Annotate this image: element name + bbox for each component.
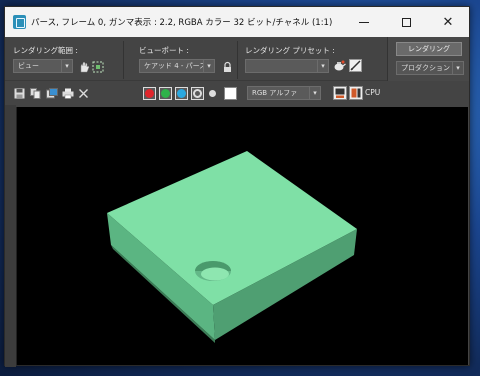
preset-arrow[interactable]: ▾ — [317, 59, 329, 73]
production-value: プロダクション — [401, 64, 450, 72]
channel-display-dropdown[interactable]: RGB アルファ — [247, 86, 313, 100]
maximize-button[interactable] — [385, 7, 427, 37]
window-title: パース, フレーム 0, ガンマ表示 : 2.2, RGBA カラー 32 ビッ… — [31, 18, 333, 28]
region-select-icon[interactable] — [91, 60, 104, 73]
frame-buffer-toolbar: RGB アルファ ▾ CPU — [5, 81, 469, 105]
divider — [237, 41, 238, 79]
green-channel-toggle[interactable] — [159, 87, 172, 100]
lock-icon[interactable] — [221, 60, 234, 73]
viewport-dropdown[interactable]: ケアッド 4 - パース — [139, 59, 207, 73]
mono-toggle[interactable] — [206, 87, 219, 100]
print-icon[interactable] — [61, 87, 74, 100]
clear-x-icon[interactable] — [77, 87, 90, 100]
pan-hand-icon[interactable] — [77, 60, 90, 73]
maximize-icon — [401, 17, 411, 27]
render-area-label: レンダリング範囲 : — [13, 46, 78, 55]
save-icon[interactable] — [13, 87, 26, 100]
render-area-arrow[interactable]: ▾ — [61, 59, 73, 73]
red-channel-icon — [145, 89, 154, 98]
divider — [123, 41, 124, 79]
alpha-channel-toggle[interactable] — [191, 87, 204, 100]
viewport-value: ケアッド 4 - パース — [144, 62, 207, 70]
production-arrow[interactable]: ▾ — [452, 61, 464, 75]
frame-left-edge — [5, 105, 16, 367]
cpu-label: CPU — [365, 88, 381, 97]
minimize-button[interactable] — [343, 7, 385, 37]
blue-channel-toggle[interactable] — [175, 87, 188, 100]
close-button[interactable]: ✕ — [427, 7, 469, 37]
render-frame-viewport[interactable] — [16, 107, 468, 365]
close-icon: ✕ — [442, 14, 454, 30]
box-top-face — [107, 151, 357, 305]
preset-label: レンダリング プリセット : — [245, 46, 335, 55]
minimize-icon — [359, 21, 369, 23]
render-action-panel: レンダリング プロダクション ▾ — [387, 37, 469, 81]
environment-edit-icon[interactable] — [349, 59, 362, 72]
green-channel-icon — [161, 89, 170, 98]
alpha-channel-icon — [193, 89, 202, 98]
channel-display-arrow[interactable]: ▾ — [309, 86, 321, 100]
viewport-arrow[interactable]: ▾ — [203, 59, 215, 73]
render-area-value: ビュー — [18, 62, 39, 70]
rendered-frame-window: パース, フレーム 0, ガンマ表示 : 2.2, RGBA カラー 32 ビッ… — [4, 6, 470, 367]
toggle-ui-overlay-icon[interactable] — [333, 86, 347, 100]
rendered-box-scene — [107, 151, 357, 343]
channel-display-value: RGB アルファ — [252, 89, 298, 97]
swatch-color-box[interactable] — [224, 87, 237, 100]
red-channel-toggle[interactable] — [143, 87, 156, 100]
render-button[interactable]: レンダリング — [396, 42, 462, 56]
render-setup-teapot-icon[interactable] — [333, 59, 346, 72]
box-hole-floor — [201, 267, 229, 281]
toggle-ui-icon[interactable] — [349, 86, 363, 100]
copy-image-icon[interactable] — [29, 87, 42, 100]
preset-dropdown[interactable] — [245, 59, 321, 73]
clone-frame-icon[interactable] — [45, 87, 58, 100]
viewport-label: ビューポート : — [139, 46, 189, 55]
production-dropdown[interactable]: プロダクション — [396, 61, 456, 75]
title-bar[interactable]: パース, フレーム 0, ガンマ表示 : 2.2, RGBA カラー 32 ビッ… — [5, 7, 469, 37]
blue-channel-icon — [177, 89, 186, 98]
app-icon — [13, 15, 26, 29]
